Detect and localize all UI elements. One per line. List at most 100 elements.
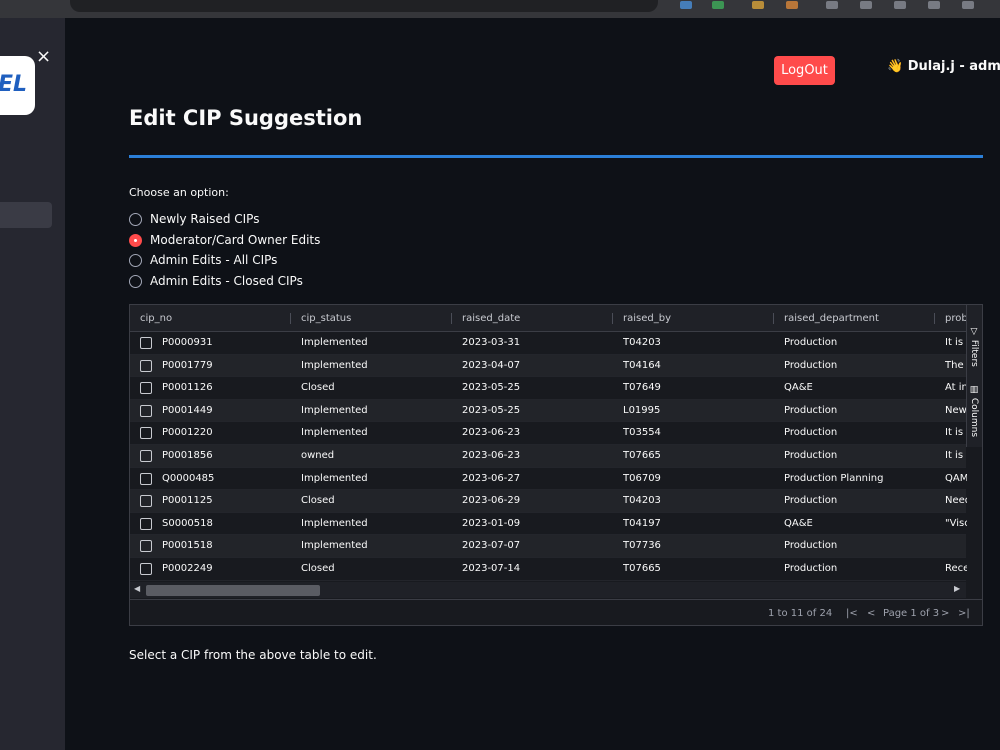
extension-icon[interactable] — [860, 1, 872, 9]
radio-admin-all[interactable]: Admin Edits - All CIPs — [129, 250, 277, 270]
cell-raised-department: Production — [784, 427, 838, 439]
row-checkbox[interactable] — [140, 517, 152, 530]
row-checkbox[interactable] — [140, 563, 152, 575]
table-row[interactable]: P0001126 Closed 2023-05-25 T07649 QA&E At in — [130, 377, 967, 400]
cell-raised-date: 2023-06-29 — [462, 495, 521, 507]
cell-raised-by: T07649 — [623, 382, 661, 394]
row-range: 1 to 11 of 24 — [768, 608, 833, 619]
cell-cip-status: Implemented — [301, 427, 368, 439]
extension-icon[interactable] — [680, 1, 692, 9]
header-raised-department[interactable]: raised_department — [774, 305, 935, 332]
cell-raised-by: T04203 — [623, 337, 661, 348]
table-row[interactable]: P0001779 Implemented 2023-04-07 T04164 Produ… — [130, 354, 967, 378]
cell-prob: It is i — [945, 450, 967, 461]
cell-cip-no: P0001856 — [162, 450, 213, 461]
header-raised-by[interactable]: raised_by — [613, 305, 774, 332]
table-row[interactable]: P0002249 Closed 2023-07-14 T07665 Production… — [130, 558, 967, 581]
filters-tab[interactable]: ▽ Filters — [969, 327, 979, 367]
option-label: Choose an option: — [129, 186, 229, 199]
extension-icon[interactable] — [962, 1, 974, 9]
row-checkbox[interactable] — [140, 540, 152, 553]
row-checkbox[interactable] — [140, 495, 152, 508]
table-row[interactable]: S0000518 Implemented 2023-01-09 T04197 QA&E "… — [130, 513, 967, 536]
row-checkbox[interactable] — [140, 472, 152, 485]
cell-raised-date: 2023-06-27 — [462, 472, 521, 484]
table-row[interactable]: P0001518 Implemented 2023-07-07 T07736 Produ… — [130, 535, 966, 558]
scroll-right-icon[interactable]: ▶ — [954, 584, 960, 593]
first-page-icon[interactable]: |< — [846, 608, 858, 619]
extension-icon[interactable] — [752, 1, 764, 9]
cell-cip-status: Closed — [301, 382, 335, 394]
row-checkbox[interactable] — [140, 404, 152, 417]
columns-tab-label: Columns — [969, 397, 979, 438]
extension-icon[interactable] — [712, 1, 724, 9]
table-row[interactable]: P0001220 Implemented 2023-06-23 T03554 Produ… — [130, 422, 967, 445]
radio-admin-closed[interactable]: Admin Edits - Closed CIPs — [129, 271, 303, 291]
radio-label: Newly Raised CIPs — [150, 212, 260, 226]
scrollbar-thumb[interactable] — [146, 585, 320, 596]
cell-raised-department: Production Planning — [784, 472, 884, 484]
table-row[interactable]: P0001856 owned 2023-06-23 T07665 Production I… — [130, 445, 967, 468]
radio-label: Moderator/Card Owner Edits — [150, 233, 321, 247]
cell-cip-no: Q0000485 — [162, 472, 215, 484]
row-checkbox[interactable] — [140, 450, 152, 462]
radio-moderator-edits[interactable]: Moderator/Card Owner Edits — [129, 230, 320, 250]
cell-prob: The l — [945, 359, 967, 371]
grid-header: cip_no cip_status raised_date raised_by … — [130, 305, 968, 332]
prev-page-icon[interactable]: < — [867, 608, 875, 619]
table-row[interactable]: P0001125 Closed 2023-06-29 T04203 Production… — [130, 490, 967, 513]
header-cip-status[interactable]: cip_status — [291, 305, 452, 332]
extension-icon[interactable] — [826, 1, 838, 9]
horizontal-scrollbar[interactable]: ◀ ▶ — [130, 582, 966, 598]
cell-raised-date: 2023-04-07 — [462, 359, 521, 371]
cell-prob: New — [945, 404, 967, 416]
table-row[interactable]: Q0000485 Implemented 2023-06-27 T06709 Produ… — [130, 468, 967, 491]
row-checkbox[interactable] — [140, 359, 152, 372]
main-content: LogOut 👋 Dulaj.j - admin Edit CIP Sugges… — [65, 18, 1000, 750]
cell-raised-by: T03554 — [623, 427, 661, 439]
table-row[interactable]: P0001449 Implemented 2023-05-25 L01995 Produ… — [130, 399, 967, 423]
radio-selected-icon[interactable] — [129, 233, 142, 247]
next-page-icon[interactable]: > — [941, 608, 949, 619]
radio-label: Admin Edits - Closed CIPs — [150, 274, 303, 288]
cell-raised-date: 2023-05-25 — [462, 382, 521, 394]
logout-button[interactable]: LogOut — [774, 56, 835, 85]
close-icon[interactable]: × — [36, 46, 51, 67]
columns-tab[interactable]: ▥ Columns — [969, 385, 979, 437]
filters-tab-label: Filters — [969, 339, 979, 367]
table-row[interactable]: P0000931 Implemented 2023-03-31 T04203 Produ… — [130, 332, 967, 355]
cell-prob: At in — [945, 382, 967, 394]
cell-raised-by: T07736 — [623, 540, 661, 552]
user-greeting: 👋 Dulaj.j - admin — [887, 59, 1000, 74]
instruction-text: Select a CIP from the above table to edi… — [129, 648, 377, 662]
cell-raised-by: T06709 — [623, 472, 661, 484]
address-bar[interactable] — [70, 0, 658, 12]
radio-icon[interactable] — [129, 212, 142, 226]
row-checkbox[interactable] — [140, 427, 152, 440]
last-page-icon[interactable]: >| — [958, 608, 970, 619]
cell-raised-department: Production — [784, 540, 838, 552]
cell-cip-no: P0001220 — [162, 427, 213, 439]
header-cip-no[interactable]: cip_no — [130, 305, 291, 332]
browser-toolbar — [0, 0, 1000, 18]
cell-prob: It is w — [945, 427, 967, 439]
row-checkbox[interactable] — [140, 382, 152, 395]
extension-icon[interactable] — [786, 1, 798, 9]
radio-icon[interactable] — [129, 253, 142, 267]
row-checkbox[interactable] — [140, 337, 152, 349]
radio-icon[interactable] — [129, 274, 142, 288]
sidebar-nav-item-active[interactable] — [0, 202, 52, 228]
cell-prob: "Visc — [945, 517, 967, 529]
scroll-left-icon[interactable]: ◀ — [134, 584, 140, 593]
radio-newly-raised[interactable]: Newly Raised CIPs — [129, 209, 259, 229]
cell-raised-department: Production — [784, 563, 838, 574]
header-raised-date[interactable]: raised_date — [452, 305, 613, 332]
cell-raised-by: T04164 — [623, 359, 661, 371]
extension-icon[interactable] — [894, 1, 906, 9]
extension-icon[interactable] — [928, 1, 940, 9]
cell-raised-date: 2023-06-23 — [462, 427, 521, 439]
radio-label: Admin Edits - All CIPs — [150, 253, 278, 267]
cell-raised-department: QA&E — [784, 382, 813, 394]
cell-cip-no: P0000931 — [162, 337, 213, 348]
cell-prob — [945, 535, 967, 557]
